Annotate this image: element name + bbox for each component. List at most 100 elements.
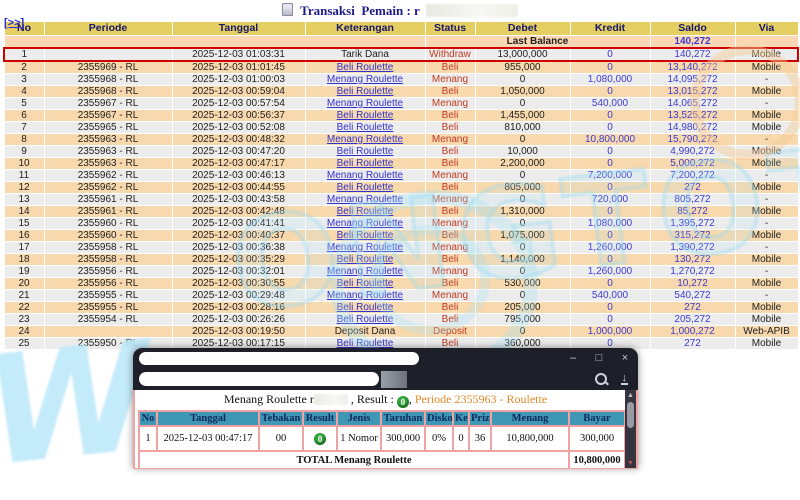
cell-saldo: 205,272 [649, 313, 736, 326]
keterangan-link[interactable]: Menang Roulette [327, 267, 403, 277]
keterangan-link[interactable]: Menang Roulette [327, 171, 403, 181]
result-column-header-diskon: Diskon [424, 410, 454, 427]
keterangan-link[interactable]: Beli Roulette [337, 255, 394, 265]
maximize-button[interactable]: □ [586, 352, 612, 364]
cell-keterangan[interactable]: Beli Roulette [304, 277, 426, 290]
cell-kredit: 0 [569, 253, 651, 266]
minimize-button[interactable]: – [560, 352, 586, 364]
cell-no: 15 [3, 217, 45, 230]
column-header-via: Via [734, 21, 799, 36]
keterangan-link[interactable]: Menang Roulette [327, 135, 403, 145]
table-row: 6 2355967 - RL 2025-12-03 00:56:37 Beli Rou… [3, 109, 799, 122]
popup-tab-redacted[interactable] [139, 351, 419, 365]
cell-kredit: 0 [569, 205, 651, 218]
cell-status: Beli [424, 145, 476, 158]
scroll-down-icon[interactable]: ▼ [625, 459, 636, 467]
cell-keterangan[interactable]: Beli Roulette [304, 181, 426, 194]
cell-no: 21 [3, 289, 45, 302]
cell-keterangan[interactable]: Beli Roulette [304, 60, 426, 74]
keterangan-link[interactable]: Beli Roulette [337, 231, 394, 241]
cell-saldo: 272 [649, 337, 736, 350]
cell-status: Menang [424, 169, 476, 182]
keterangan-link[interactable]: Beli Roulette [337, 111, 394, 121]
scrollbar-thumb[interactable] [627, 402, 634, 428]
popup-scrollbar[interactable]: ▲ ▼ [625, 390, 636, 468]
cell-status: Beli [424, 109, 476, 122]
keterangan-link[interactable]: Beli Roulette [337, 62, 394, 73]
cell-via: - [734, 193, 799, 206]
cell-keterangan[interactable]: Menang Roulette [304, 289, 426, 302]
subtitle-text: Pemain : r [361, 3, 420, 18]
cell-saldo: 130,272 [649, 253, 736, 266]
cell-keterangan[interactable]: Beli Roulette [304, 109, 426, 122]
cell-tanggal: 2025-12-03 00:56:37 [171, 109, 306, 122]
more-link[interactable]: [>>] [4, 17, 24, 29]
keterangan-link[interactable]: Beli Roulette [337, 279, 394, 289]
cell-keterangan[interactable]: Beli Roulette [304, 229, 426, 242]
keterangan-link[interactable]: Menang Roulette [327, 195, 403, 205]
keterangan-link[interactable]: Beli Roulette [337, 123, 394, 133]
cell-debet: 0 [474, 193, 571, 206]
cell-keterangan[interactable]: Menang Roulette [304, 217, 426, 230]
cell-periode: 2355962 - RL [43, 169, 173, 182]
zoom-icon[interactable] [594, 373, 607, 385]
cell-status: Beli [424, 277, 476, 290]
cell-keterangan[interactable]: Beli Roulette [304, 157, 426, 170]
download-icon[interactable]: ↓ [620, 373, 628, 385]
cell-periode: 2355960 - RL [43, 217, 173, 230]
cell-keterangan[interactable]: Beli Roulette [304, 145, 426, 158]
cell-keterangan[interactable]: Beli Roulette [304, 121, 426, 134]
cell-via: Mobile [734, 157, 799, 170]
cell-via: Mobile [734, 229, 799, 242]
scroll-up-icon[interactable]: ▲ [625, 391, 636, 399]
cell-saldo: 15,790,272 [649, 133, 736, 146]
keterangan-link[interactable]: Beli Roulette [337, 87, 394, 97]
cell-keterangan[interactable]: Menang Roulette [304, 241, 426, 254]
cell-keterangan[interactable]: Beli Roulette [304, 313, 426, 326]
keterangan-link[interactable]: Menang Roulette [327, 243, 403, 253]
cell-periode: 2355969 - RL [43, 60, 173, 74]
cell-debet: 1,140,000 [474, 253, 571, 266]
cell-keterangan[interactable]: Menang Roulette [304, 73, 426, 86]
cell-tanggal: 2025-12-03 00:47:17 [171, 157, 306, 170]
cell-keterangan[interactable]: Menang Roulette [304, 169, 426, 182]
keterangan-link[interactable]: Menang Roulette [327, 219, 403, 229]
cell-periode: 2355958 - RL [43, 241, 173, 254]
cell-keterangan[interactable]: Beli Roulette [304, 205, 426, 218]
cell-kredit: 0 [569, 47, 651, 62]
result-header-row: NoTanggalTebakanResultJenisTaruhanDiskon… [138, 410, 626, 427]
keterangan-link[interactable]: Beli Roulette [337, 207, 394, 217]
keterangan-link[interactable]: Beli Roulette [337, 303, 394, 313]
last-balance-saldo: 140,272 [649, 35, 736, 49]
cell-via: Mobile [734, 109, 799, 122]
result-row: 1 2025-12-03 00:47:17 00 0 1 Nomor 300,0… [138, 425, 626, 452]
address-bar-redacted[interactable] [139, 372, 379, 386]
cell-via: Mobile [734, 60, 799, 74]
cell-tanggal: 2025-12-03 00:47:20 [171, 145, 306, 158]
cell-keterangan[interactable]: Beli Roulette [304, 253, 426, 266]
cell-no: 1 [3, 47, 45, 62]
cell-keterangan[interactable]: Menang Roulette [304, 133, 426, 146]
keterangan-link[interactable]: Beli Roulette [337, 183, 394, 193]
cell-keterangan[interactable]: Menang Roulette [304, 193, 426, 206]
cell-tanggal: 2025-12-03 00:36:38 [171, 241, 306, 254]
keterangan-link[interactable]: Menang Roulette [327, 291, 403, 301]
cell-status: Menang [424, 265, 476, 278]
cell-keterangan[interactable]: Beli Roulette [304, 85, 426, 98]
keterangan-link[interactable]: Beli Roulette [337, 159, 394, 169]
cell-keterangan[interactable]: Menang Roulette [304, 97, 426, 110]
cell-keterangan[interactable]: Beli Roulette [304, 301, 426, 314]
cell-tanggal: 2025-12-03 00:43:58 [171, 193, 306, 206]
cell-keterangan[interactable]: Menang Roulette [304, 265, 426, 278]
transactions-table: No Periode Tanggal Keterangan Status Debet Kre… [3, 21, 799, 350]
keterangan-link[interactable]: Menang Roulette [327, 75, 403, 85]
cell-no: 16 [3, 229, 45, 242]
keterangan-link[interactable]: Beli Roulette [337, 315, 394, 325]
cell-via: Mobile [734, 47, 799, 62]
close-button[interactable]: × [612, 352, 638, 364]
result-column-header-result: Result [302, 410, 338, 427]
cell-jenis: 1 Nomor [336, 425, 382, 452]
cell-saldo: 85,272 [649, 205, 736, 218]
keterangan-link[interactable]: Beli Roulette [337, 147, 394, 157]
keterangan-link[interactable]: Menang Roulette [327, 99, 403, 109]
